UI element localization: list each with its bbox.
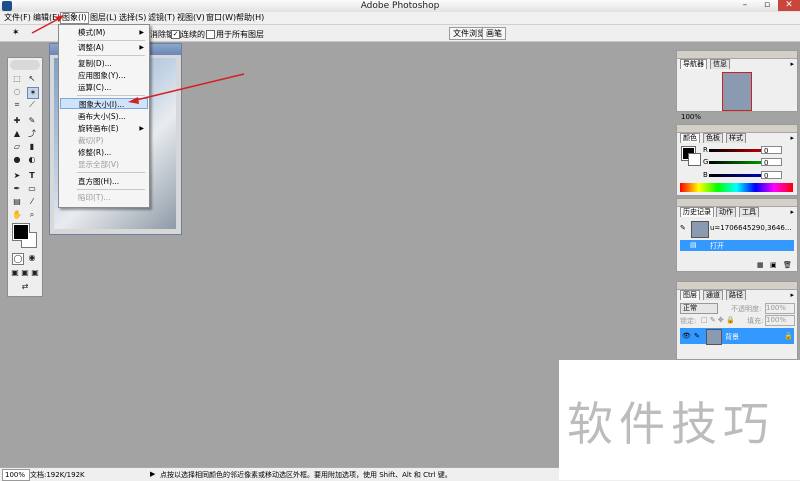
status-play-icon[interactable]: ▶ (150, 470, 155, 478)
history-brush-source-icon[interactable]: ✎ (680, 224, 686, 232)
snapshot-thumbnail (691, 221, 709, 238)
status-doc-size[interactable]: 文档:192K/192K (30, 470, 85, 480)
palette-menu-icon[interactable]: ▸ (790, 291, 794, 299)
layer-lock-icon: 🔒 (784, 332, 793, 340)
arrow-head-image-size (128, 97, 139, 104)
fill-label: 填充: (747, 317, 764, 325)
tab-layers[interactable]: 图层 (680, 290, 700, 300)
watermark-text: 软件技巧 (567, 397, 775, 451)
channel-g-label: G (703, 158, 709, 166)
history-state-label: 打开 (710, 242, 724, 250)
history-palette: 历史记录 动作 工具 ▸ ✎ u=1706645290,3646... ▤ 打开… (676, 198, 798, 272)
lock-label: 锁定: (680, 317, 697, 325)
opacity-input[interactable]: 100% (765, 303, 795, 314)
channel-b-label: B (703, 171, 708, 179)
tab-actions[interactable]: 动作 (716, 207, 736, 217)
tab-channels[interactable]: 通道 (703, 290, 723, 300)
snapshot-name: u=1706645290,3646... (710, 224, 792, 232)
palette-header[interactable] (677, 125, 797, 133)
tab-swatches[interactable]: 色板 (703, 133, 723, 143)
palette-menu-icon[interactable]: ▸ (790, 60, 794, 68)
palette-header[interactable] (677, 51, 797, 59)
new-snapshot-icon[interactable]: ▣ (770, 261, 777, 269)
tab-tool-presets[interactable]: 工具 (739, 207, 759, 217)
history-state-icon: ▤ (690, 241, 697, 249)
palette-menu-icon[interactable]: ▸ (790, 208, 794, 216)
navigator-thumbnail[interactable] (722, 72, 752, 111)
color-spectrum-ramp[interactable] (680, 183, 793, 192)
blend-mode-value: 正常 (683, 304, 697, 312)
channel-g-value[interactable]: 0 (761, 158, 782, 167)
tab-info[interactable]: 信息 (710, 59, 730, 69)
tab-navigator[interactable]: 导航器 (680, 59, 707, 69)
tab-history[interactable]: 历史记录 (680, 207, 714, 217)
lock-icons[interactable]: □ ✎ ✥ 🔒 (701, 316, 735, 324)
layer-visibility-eye-icon[interactable]: 👁 (682, 332, 691, 340)
history-snapshot-row[interactable]: ✎ u=1706645290,3646... (680, 220, 794, 238)
arrow-head-image-menu (55, 15, 64, 22)
watermark-box: 软件技巧 (559, 360, 800, 480)
navigator-palette: 导航器 信息 ▸ 100% (676, 50, 798, 121)
blend-mode-select[interactable]: 正常 (680, 303, 718, 314)
history-state-row[interactable]: ▤ 打开 (680, 240, 794, 251)
tab-styles[interactable]: 样式 (726, 133, 746, 143)
palette-menu-icon[interactable]: ▸ (790, 134, 794, 142)
opacity-label: 不透明度: (731, 305, 762, 313)
channel-r-label: R (703, 146, 708, 154)
color-background-swatch[interactable] (688, 153, 701, 166)
status-zoom-field[interactable]: 100% (2, 469, 30, 481)
navigator-zoom[interactable]: 100% (681, 113, 701, 121)
layer-row-background[interactable]: 👁 ✎ 背景 🔒 (680, 328, 794, 345)
layers-palette: 图层 通道 路径 ▸ 正常 不透明度: 100% 锁定: □ ✎ ✥ 🔒 填充:… (676, 281, 798, 360)
arrow-to-image-size (131, 73, 245, 102)
tab-paths[interactable]: 路径 (726, 290, 746, 300)
status-hint-text: 点按以选择相同颜色的邻近像素或移动选区外框。要用附加选项，使用 Shift、Al… (160, 471, 452, 479)
new-document-from-state-icon[interactable]: ▦ (757, 261, 764, 269)
palette-header[interactable] (677, 199, 797, 207)
color-palette: 颜色 色板 样式 ▸ R 0 G 0 B 0 (676, 124, 798, 196)
layer-name: 背景 (725, 333, 739, 341)
tab-color[interactable]: 颜色 (680, 133, 700, 143)
fill-input[interactable]: 100% (765, 315, 795, 326)
layer-thumbnail (706, 329, 722, 345)
channel-b-value[interactable]: 0 (761, 171, 782, 180)
palette-header[interactable] (677, 282, 797, 290)
delete-state-icon[interactable]: 🗑 (783, 261, 792, 269)
channel-r-value[interactable]: 0 (761, 146, 782, 155)
layer-brush-icon: ✎ (694, 332, 700, 340)
